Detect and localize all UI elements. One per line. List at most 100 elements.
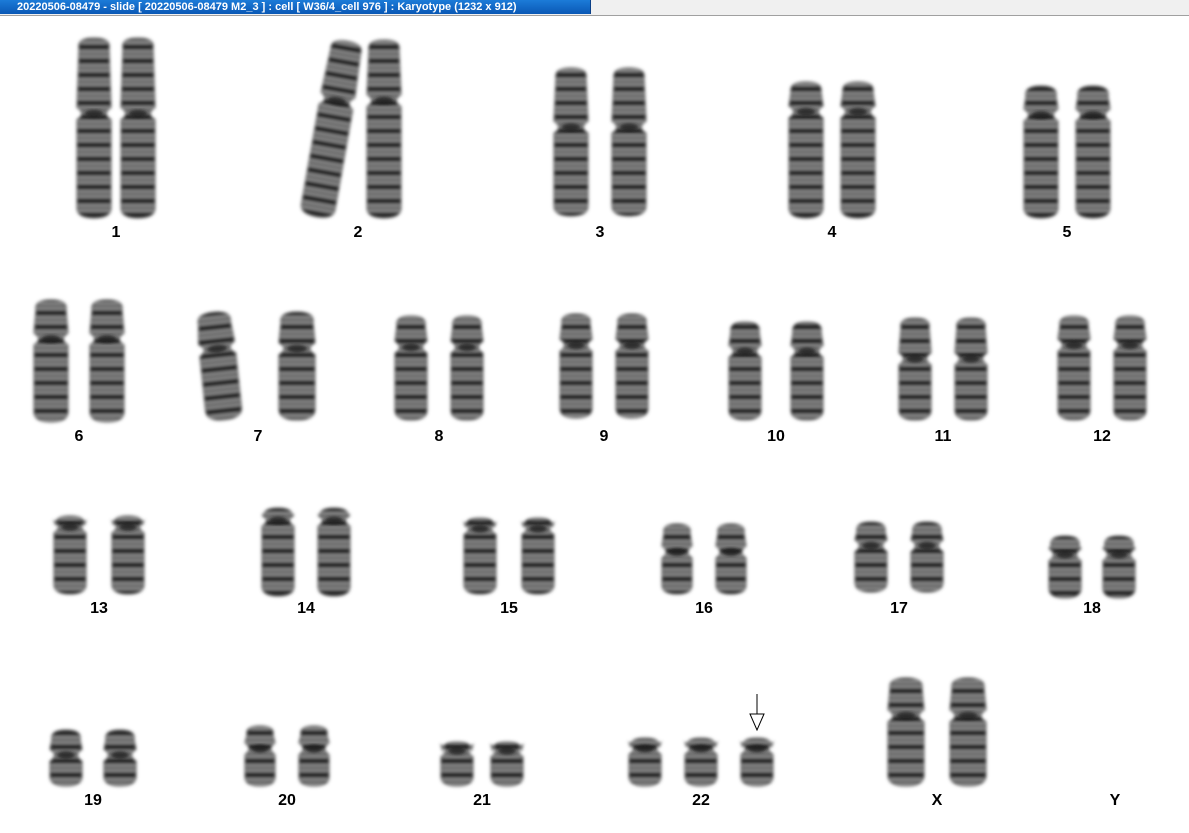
chromosome-label-21: 21 <box>473 792 491 809</box>
chromosome-pair-21[interactable] <box>440 741 524 787</box>
chromosome-label-15: 15 <box>500 600 518 617</box>
chromosome-7-copy-1[interactable] <box>195 310 242 421</box>
chromosome-15-copy-2[interactable] <box>520 517 556 595</box>
chromosome-16-copy-2[interactable] <box>715 523 747 595</box>
chromosome-18-copy-2[interactable] <box>1102 535 1136 599</box>
chromosome-label-13: 13 <box>90 600 108 617</box>
chromosome-x-copy-2[interactable] <box>949 677 987 787</box>
chromosome-x-copy-1[interactable] <box>887 677 925 787</box>
chromosome-6-copy-1[interactable] <box>33 299 69 423</box>
chromosome-label-10: 10 <box>767 428 785 445</box>
chromosome-label-12: 12 <box>1093 428 1111 445</box>
chromosome-label-x: X <box>931 792 943 809</box>
chromosome-label-1: 1 <box>111 224 121 241</box>
chromosome-13-copy-1[interactable] <box>52 515 88 595</box>
chromosome-5-copy-2[interactable] <box>1075 85 1111 219</box>
chromosome-pair-9[interactable] <box>559 313 649 419</box>
chromosome-10-copy-1[interactable] <box>728 321 762 421</box>
chromosome-14-copy-1[interactable] <box>261 507 295 597</box>
chromosome-15-copy-1[interactable] <box>462 517 498 595</box>
chromosome-pair-16[interactable] <box>661 523 747 595</box>
chromosome-3-copy-1[interactable] <box>553 67 589 217</box>
karyogram-image <box>33 37 1147 787</box>
chromosome-21-copy-2[interactable] <box>490 741 524 787</box>
chromosome-pair-1[interactable] <box>76 37 156 219</box>
chromosome-1-copy-2[interactable] <box>120 37 156 219</box>
chromosome-17-copy-2[interactable] <box>910 521 944 593</box>
chromosome-20-copy-1[interactable] <box>244 725 276 787</box>
chromosome-9-copy-2[interactable] <box>615 313 649 419</box>
chromosome-label-19: 19 <box>84 792 102 809</box>
chromosome-pair-15[interactable] <box>462 517 556 595</box>
chromosome-pair-8[interactable] <box>394 315 484 421</box>
chromosome-pair-3[interactable] <box>553 67 647 217</box>
chromosome-label-6: 6 <box>74 428 84 445</box>
chromosome-12-copy-1[interactable] <box>1057 315 1091 421</box>
chromosome-pair-17[interactable] <box>854 521 944 593</box>
chromosome-pair-2[interactable] <box>300 38 402 219</box>
chromosome-8-copy-2[interactable] <box>450 315 484 421</box>
chromosome-pair-10[interactable] <box>728 321 824 421</box>
chromosome-16-copy-1[interactable] <box>661 523 693 595</box>
chromosome-14-copy-2[interactable] <box>317 507 351 597</box>
chromosome-22-copy-2[interactable] <box>683 737 719 787</box>
chromosome-2-copy-2[interactable] <box>366 39 402 219</box>
chromosome-11-copy-2[interactable] <box>954 317 988 421</box>
chromosome-pair-4[interactable] <box>788 81 876 219</box>
chromosome-label-14: 14 <box>297 600 315 617</box>
chromosome-pair-x[interactable] <box>887 677 987 787</box>
chromosome-pair-5[interactable] <box>1023 85 1111 219</box>
chromosome-pair-7[interactable] <box>195 310 316 421</box>
chromosome-pair-14[interactable] <box>261 507 351 597</box>
chromosome-7-copy-2[interactable] <box>278 311 316 421</box>
chromosome-pair-12[interactable] <box>1057 315 1147 421</box>
chromosome-pair-20[interactable] <box>244 725 330 787</box>
chromosome-pair-6[interactable] <box>33 299 125 423</box>
chromosome-8-copy-1[interactable] <box>394 315 428 421</box>
chromosome-22-copy-3[interactable] <box>739 737 775 787</box>
title-strip: 20220506-08479 - slide [ 20220506-08479 … <box>0 0 1189 16</box>
chromosome-17-copy-1[interactable] <box>854 521 888 593</box>
chromosome-pair-22[interactable] <box>627 737 775 787</box>
chromosome-pair-18[interactable] <box>1048 535 1136 599</box>
chromosome-pair-13[interactable] <box>52 515 146 595</box>
chromosome-22-copy-1[interactable] <box>627 737 663 787</box>
down-arrow-icon <box>749 694 765 732</box>
chromosome-4-copy-2[interactable] <box>840 81 876 219</box>
chromosome-pair-19[interactable] <box>49 729 137 787</box>
chromosome-2-copy-1[interactable] <box>300 38 364 219</box>
karyotype-window: 20220506-08479 - slide [ 20220506-08479 … <box>0 0 1189 833</box>
chromosome-label-4: 4 <box>827 224 837 241</box>
chromosome-1-copy-1[interactable] <box>76 37 112 219</box>
karyogram-canvas: 1 2 3 4 5 6 7 8 9 10 11 12 13 14 15 16 17 18 19 20 21 22 X Y <box>0 16 1189 833</box>
chromosome-label-20: 20 <box>278 792 296 809</box>
chromosome-label-5: 5 <box>1062 224 1072 241</box>
chromosome-pair-11[interactable] <box>898 317 988 421</box>
chromosome-19-copy-1[interactable] <box>49 729 83 787</box>
window-title-tab[interactable]: 20220506-08479 - slide [ 20220506-08479 … <box>0 0 591 14</box>
chromosome-label-18: 18 <box>1083 600 1101 617</box>
chromosome-6-copy-2[interactable] <box>89 299 125 423</box>
chromosome-11-copy-1[interactable] <box>898 317 932 421</box>
chromosome-label-7: 7 <box>253 428 263 445</box>
chromosome-13-copy-2[interactable] <box>110 515 146 595</box>
chromosome-label-8: 8 <box>434 428 444 445</box>
chromosome-19-copy-2[interactable] <box>103 729 137 787</box>
chromosome-21-copy-1[interactable] <box>440 741 474 787</box>
chromosome-label-11: 11 <box>934 428 952 445</box>
chromosome-label-16: 16 <box>695 600 713 617</box>
chromosome-label-2: 2 <box>353 224 363 241</box>
chromosome-label-3: 3 <box>595 224 605 241</box>
chromosome-9-copy-1[interactable] <box>559 313 593 419</box>
chromosome-10-copy-2[interactable] <box>790 321 824 421</box>
chromosome-20-copy-2[interactable] <box>298 725 330 787</box>
chromosome-4-copy-1[interactable] <box>788 81 824 219</box>
chromosome-18-copy-1[interactable] <box>1048 535 1082 599</box>
chromosome-label-9: 9 <box>599 428 609 445</box>
chromosome-label-y: Y <box>1109 792 1121 809</box>
chromosome-3-copy-2[interactable] <box>611 67 647 217</box>
chromosome-12-copy-2[interactable] <box>1113 315 1147 421</box>
chromosome-label-22: 22 <box>692 792 710 809</box>
chromosome-5-copy-1[interactable] <box>1023 85 1059 219</box>
chromosome-label-17: 17 <box>890 600 908 617</box>
